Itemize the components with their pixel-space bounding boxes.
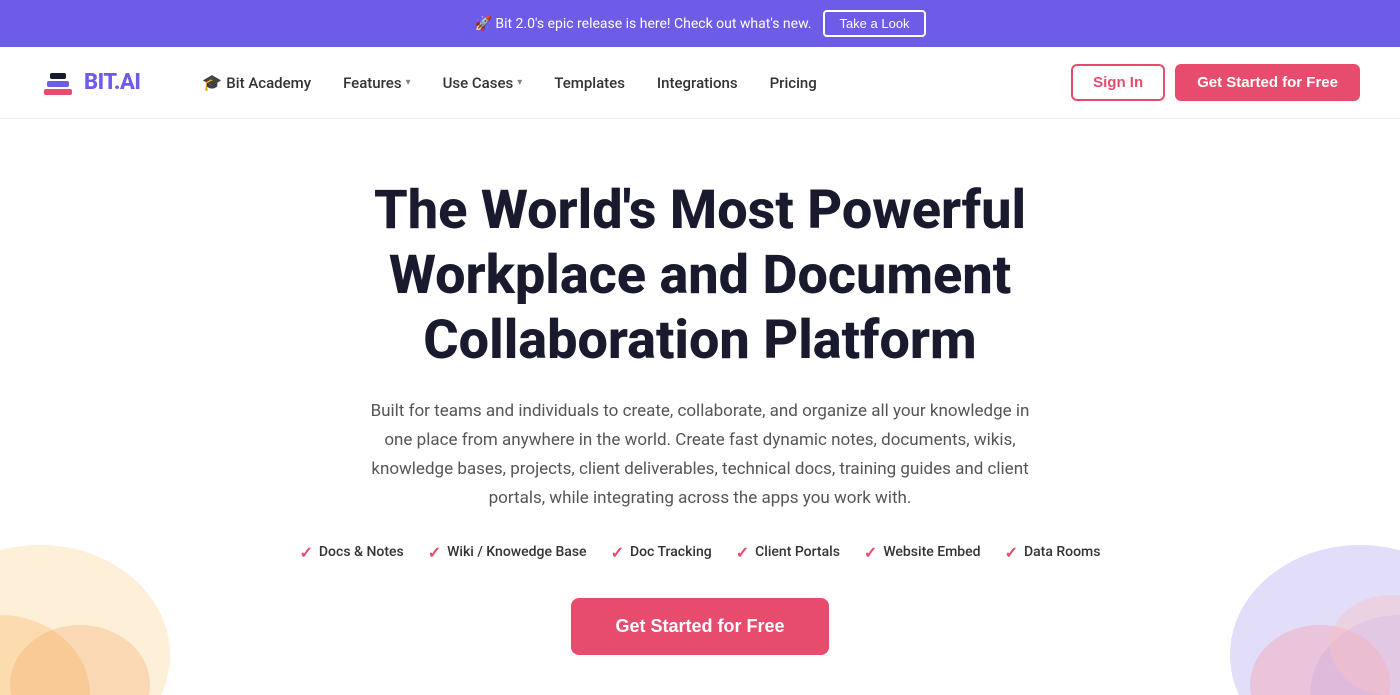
feature-data-rooms: ✓ Data Rooms (1005, 543, 1101, 562)
logo-icon (40, 65, 76, 101)
nav-features[interactable]: Features ▾ (329, 66, 425, 100)
feature-website-embed: ✓ Website Embed (864, 543, 981, 562)
feature-docs: ✓ Docs & Notes (300, 543, 404, 562)
use-cases-chevron: ▾ (517, 77, 522, 88)
nav-pricing[interactable]: Pricing (756, 66, 831, 100)
feature-wiki: ✓ Wiki / Knowedge Base (428, 543, 587, 562)
nav-use-cases[interactable]: Use Cases ▾ (429, 66, 537, 100)
check-portals-icon: ✓ (736, 543, 749, 562)
logo-text: BIT.AI (84, 70, 140, 95)
nav-academy[interactable]: 🎓 Bit Academy (188, 65, 325, 100)
hero-subtitle: Built for teams and individuals to creat… (360, 397, 1040, 513)
academy-emoji: 🎓 (202, 73, 222, 92)
hero-section: The World's Most Powerful Workplace and … (0, 119, 1400, 695)
features-chevron: ▾ (406, 77, 411, 88)
take-a-look-button[interactable]: Take a Look (823, 10, 925, 37)
check-wiki-icon: ✓ (428, 543, 441, 562)
announcement-bar: 🚀 Bit 2.0's epic release is here! Check … (0, 0, 1400, 47)
announcement-text: 🚀 Bit 2.0's epic release is here! Check … (474, 16, 811, 32)
logo[interactable]: BIT.AI (40, 65, 140, 101)
check-docs-icon: ✓ (300, 543, 313, 562)
blob-right (1160, 495, 1400, 695)
hero-title: The World's Most Powerful Workplace and … (270, 179, 1130, 373)
nav-integrations[interactable]: Integrations (643, 66, 752, 100)
feature-client-portals: ✓ Client Portals (736, 543, 840, 562)
nav-actions: Sign In Get Started for Free (1071, 64, 1360, 101)
check-rooms-icon: ✓ (1005, 543, 1018, 562)
feature-doc-tracking: ✓ Doc Tracking (611, 543, 712, 562)
nav-templates[interactable]: Templates (540, 66, 639, 100)
sign-in-button[interactable]: Sign In (1071, 64, 1165, 101)
get-started-hero-button[interactable]: Get Started for Free (571, 598, 828, 655)
get-started-nav-button[interactable]: Get Started for Free (1175, 64, 1360, 101)
nav-links: 🎓 Bit Academy Features ▾ Use Cases ▾ Tem… (188, 65, 1071, 100)
navbar: BIT.AI 🎓 Bit Academy Features ▾ Use Case… (0, 47, 1400, 119)
check-embed-icon: ✓ (864, 543, 877, 562)
blob-left (0, 495, 200, 695)
check-tracking-icon: ✓ (611, 543, 624, 562)
